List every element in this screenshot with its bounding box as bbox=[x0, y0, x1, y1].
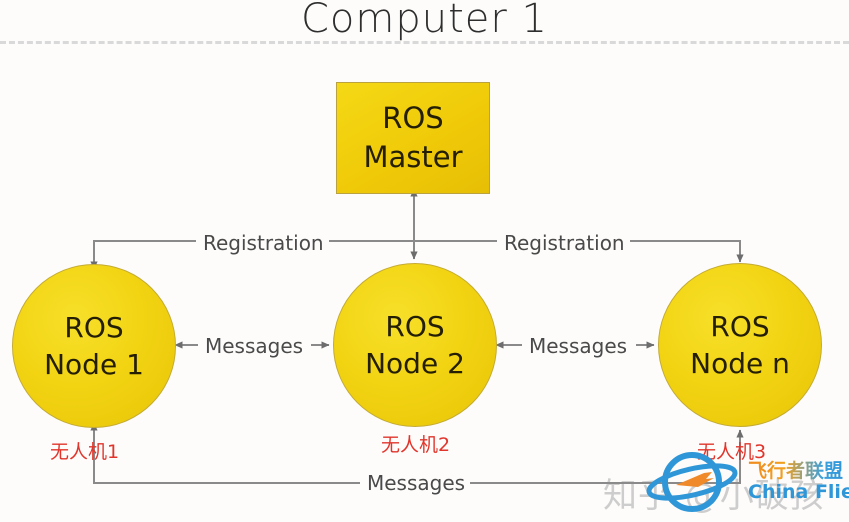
node3-label-line1: ROS bbox=[710, 309, 770, 343]
drone-label-2: 无人机2 bbox=[381, 434, 451, 456]
master-label-line1: ROS bbox=[382, 101, 444, 136]
registration-label-right: Registration bbox=[499, 231, 630, 255]
ros-node-n[interactable]: ROS Node n bbox=[658, 263, 822, 427]
messages-label-bottom: Messages bbox=[362, 471, 471, 495]
messages-label-left: Messages bbox=[200, 334, 309, 358]
registration-label-left: Registration bbox=[198, 231, 329, 255]
china-flier-text-block: 飞行者联盟 China Flier bbox=[748, 456, 849, 503]
node3-label-line2: Node n bbox=[690, 347, 790, 380]
ros-node-1[interactable]: ROS Node 1 bbox=[12, 264, 176, 428]
china-flier-watermark: 飞行者联盟 China Flier bbox=[640, 452, 849, 518]
master-label-line2: Master bbox=[363, 140, 463, 174]
ros-node-2[interactable]: ROS Node 2 bbox=[333, 263, 497, 427]
node1-label-line1: ROS bbox=[64, 310, 124, 344]
china-flier-cn-label: 飞行者联盟 bbox=[748, 456, 849, 483]
node2-label-line2: Node 2 bbox=[365, 347, 465, 380]
node2-label-line1: ROS bbox=[385, 309, 445, 343]
china-flier-en-label: China Flier bbox=[748, 481, 849, 503]
ros-master-node[interactable]: ROS Master bbox=[336, 82, 490, 194]
messages-label-right: Messages bbox=[524, 334, 633, 358]
diagram-canvas: Computer 1 ROS Master ROS Node 1 ROS Nod… bbox=[0, 0, 849, 522]
drone-label-1: 无人机1 bbox=[50, 441, 120, 463]
node1-label-line2: Node 1 bbox=[44, 348, 144, 381]
